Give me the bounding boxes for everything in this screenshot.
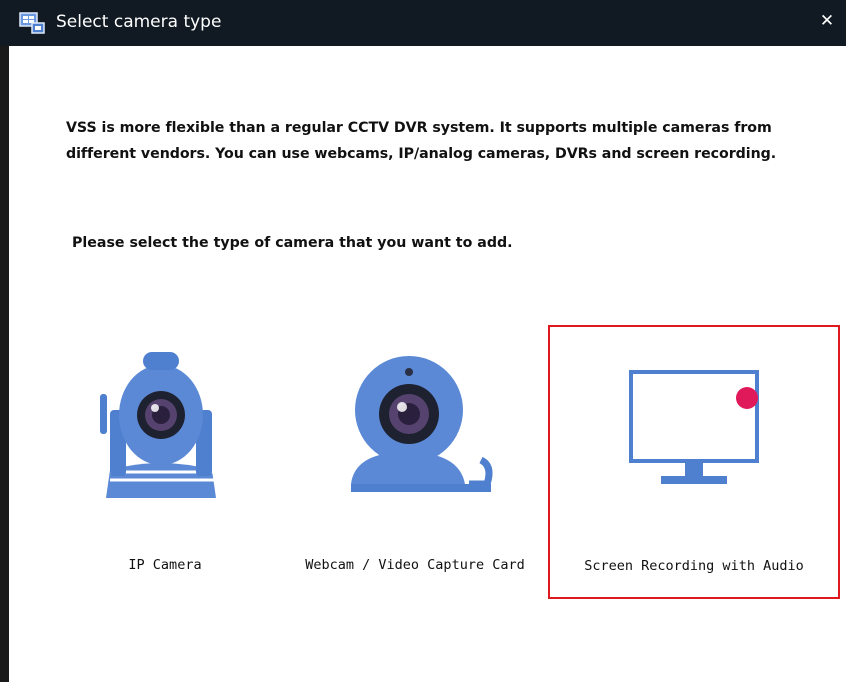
ip-camera-icon xyxy=(100,352,216,498)
monitor-icon xyxy=(629,370,759,484)
option-webcam[interactable]: Webcam / Video Capture Card xyxy=(285,326,545,598)
title-bar[interactable]: Select camera type ✕ xyxy=(0,0,846,46)
window-title: Select camera type xyxy=(56,12,222,32)
option-screen-recording-label: Screen Recording with Audio xyxy=(584,558,804,574)
select-prompt: Please select the type of camera that yo… xyxy=(72,235,513,251)
intro-text: VSS is more flexible than a regular CCTV… xyxy=(66,115,826,167)
intro-line-1: VSS is more flexible than a regular CCTV… xyxy=(66,120,772,136)
record-dot xyxy=(736,387,758,409)
option-webcam-label: Webcam / Video Capture Card xyxy=(305,557,525,573)
close-icon[interactable]: ✕ xyxy=(812,7,842,37)
app-icon xyxy=(19,12,45,34)
intro-line-2: different vendors. You can use webcams, … xyxy=(66,146,777,162)
option-ip-camera-label: IP Camera xyxy=(128,557,202,573)
window-left-border xyxy=(0,46,9,682)
option-screen-recording[interactable]: Screen Recording with Audio xyxy=(548,325,840,599)
select-camera-type-dialog: Select camera type ✕ VSS is more flexibl… xyxy=(0,0,860,682)
webcam-icon xyxy=(351,356,493,492)
option-ip-camera[interactable]: IP Camera xyxy=(60,326,270,598)
